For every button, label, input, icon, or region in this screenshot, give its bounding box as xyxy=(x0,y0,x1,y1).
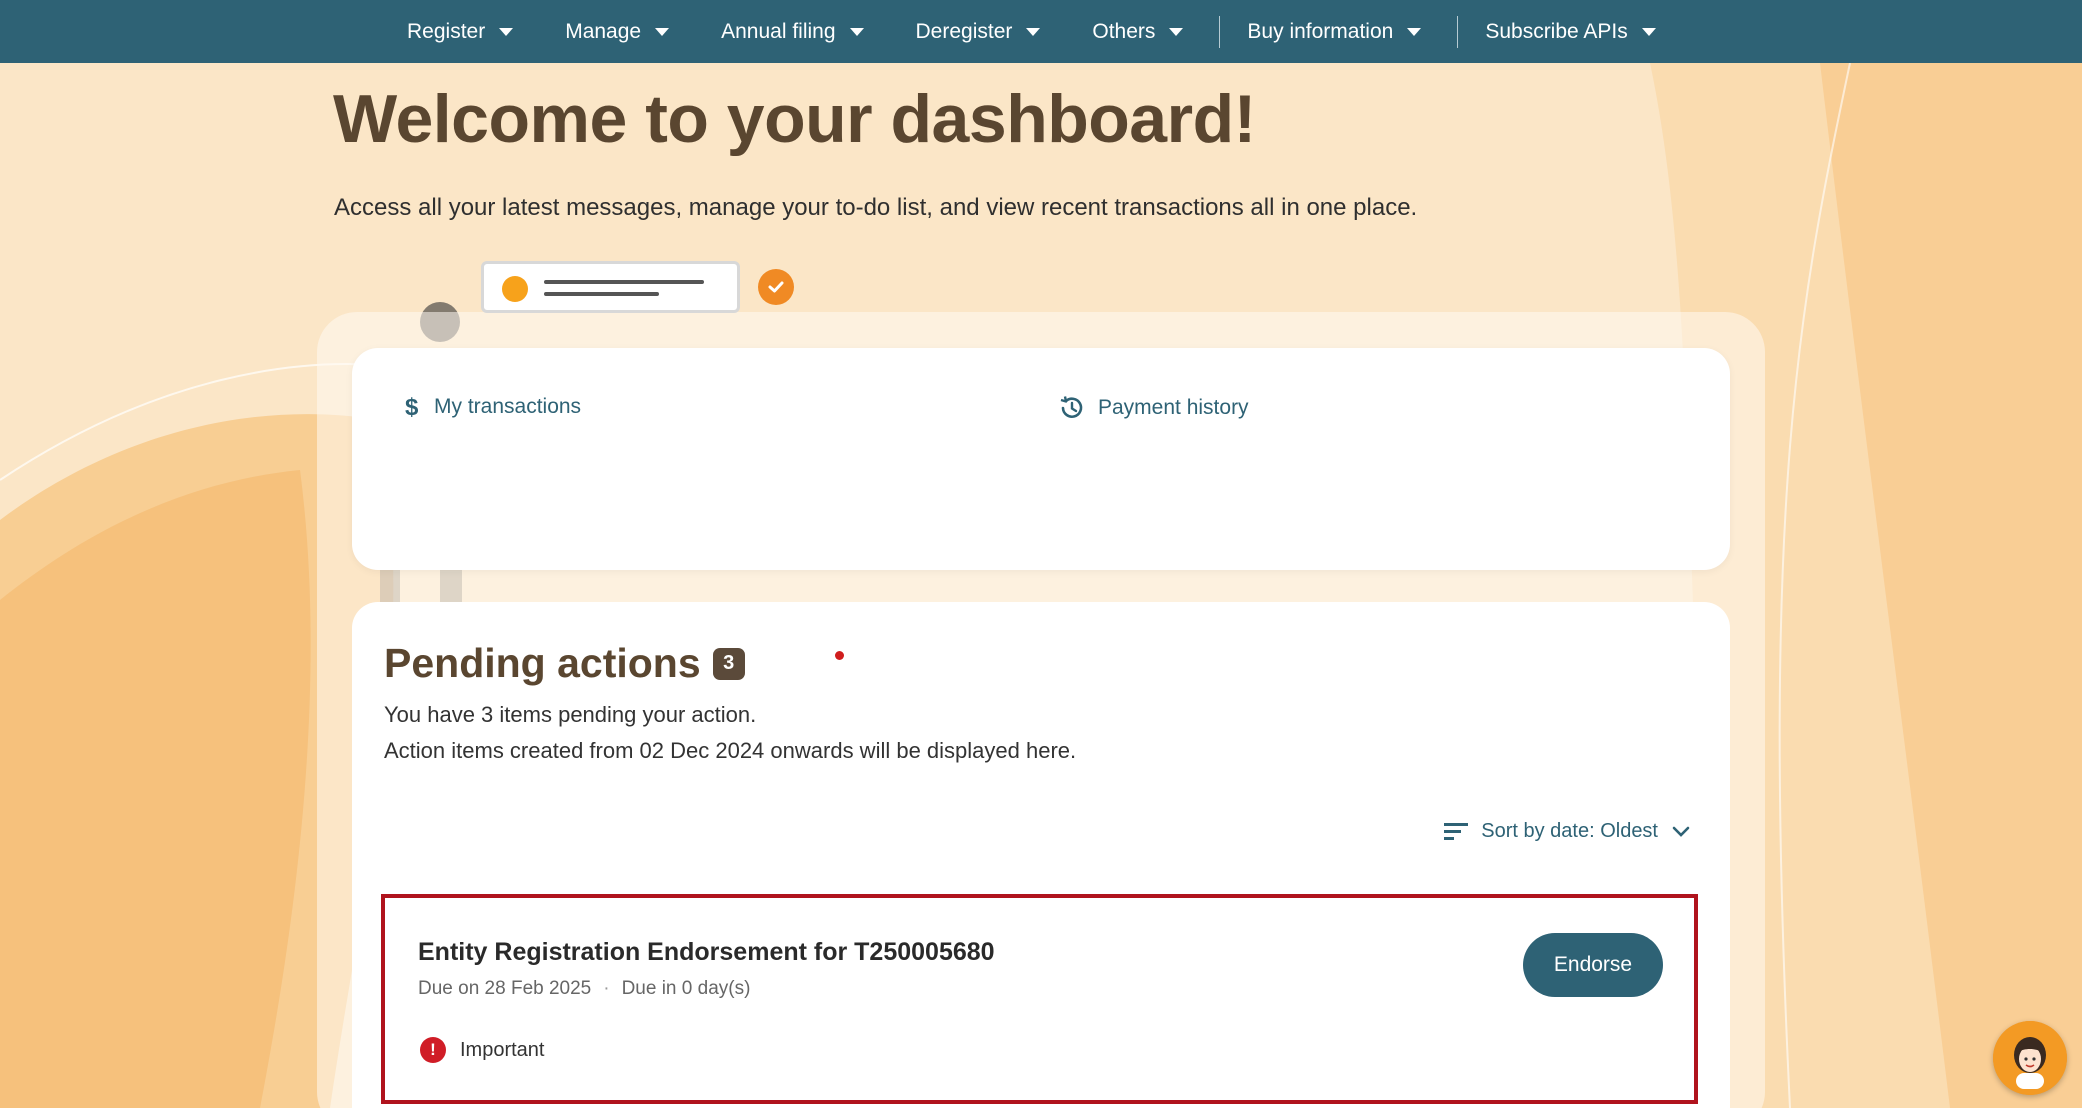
caret-down-icon xyxy=(1407,27,1422,36)
nav-deregister-label: Deregister xyxy=(915,19,1013,43)
top-navigation: Register Manage Annual filing Deregister… xyxy=(0,0,2082,63)
assistant-avatar-button[interactable] xyxy=(1993,1021,2067,1095)
my-transactions-link[interactable]: $ My transactions xyxy=(404,394,581,420)
nav-others-label: Others xyxy=(1092,19,1156,43)
action-due-in: Due in 0 day(s) xyxy=(621,978,751,999)
nav-register[interactable]: Register xyxy=(407,0,514,63)
payment-history-label: Payment history xyxy=(1098,396,1249,419)
nav-subscribe-apis-label: Subscribe APIs xyxy=(1485,19,1628,43)
nav-buy-information-label: Buy information xyxy=(1247,19,1394,43)
caret-down-icon xyxy=(1169,27,1184,36)
nav-annual-filing[interactable]: Annual filing xyxy=(721,0,864,63)
caret-down-icon xyxy=(1026,27,1041,36)
caret-down-icon xyxy=(849,27,864,36)
illustration-line xyxy=(544,292,659,296)
pending-count-text: You have 3 items pending your action. xyxy=(384,702,757,727)
transactions-card: $ My transactions Payment history xyxy=(352,348,1730,570)
page-subtitle: Access all your latest messages, manage … xyxy=(334,194,1418,221)
nav-buy-information[interactable]: Buy information xyxy=(1247,0,1422,63)
illustration-line xyxy=(544,280,704,284)
alert-icon: ! xyxy=(420,1037,446,1063)
importance-tag: ! Important xyxy=(420,1037,544,1063)
caret-down-icon xyxy=(1641,27,1656,36)
illustration-card xyxy=(481,261,740,313)
importance-label: Important xyxy=(460,1038,545,1061)
svg-text:$: $ xyxy=(405,394,419,420)
endorse-button[interactable]: Endorse xyxy=(1523,933,1663,997)
payment-history-link[interactable]: Payment history xyxy=(1058,394,1249,422)
nav-annual-filing-label: Annual filing xyxy=(721,19,836,43)
pending-actions-card: Pending actions 3 You have 3 items pendi… xyxy=(352,602,1730,1108)
history-icon xyxy=(1058,394,1086,422)
pending-action-item[interactable]: Entity Registration Endorsement for T250… xyxy=(381,894,1698,1104)
meta-separator: · xyxy=(603,978,610,999)
nav-divider xyxy=(1457,15,1459,48)
pending-info-text: Action items created from 02 Dec 2024 on… xyxy=(384,738,1077,763)
nav-register-label: Register xyxy=(407,19,486,43)
nav-deregister[interactable]: Deregister xyxy=(916,0,1041,63)
sort-icon xyxy=(1443,821,1469,843)
pending-count-badge: 3 xyxy=(712,647,745,680)
notification-dot xyxy=(835,651,844,660)
nav-subscribe-apis[interactable]: Subscribe APIs xyxy=(1485,0,1656,63)
illustration-dot xyxy=(502,276,528,302)
check-circle-icon xyxy=(758,269,794,305)
nav-others[interactable]: Others xyxy=(1092,0,1184,63)
pending-actions-heading: Pending actions 3 xyxy=(384,640,745,687)
my-transactions-label: My transactions xyxy=(434,395,582,418)
nav-divider xyxy=(1219,15,1221,48)
dollar-icon: $ xyxy=(404,394,422,420)
nav-manage-label: Manage xyxy=(565,19,642,43)
page-title: Welcome to your dashboard! xyxy=(333,81,1256,157)
caret-down-icon xyxy=(655,27,670,36)
sort-label: Sort by date: Oldest xyxy=(1481,820,1658,842)
action-item-title: Entity Registration Endorsement for T250… xyxy=(418,938,995,966)
sort-dropdown[interactable]: Sort by date: Oldest xyxy=(1443,820,1690,843)
nav-manage[interactable]: Manage xyxy=(565,0,670,63)
caret-down-icon xyxy=(499,27,514,36)
pending-actions-title: Pending actions xyxy=(384,640,701,686)
action-item-meta: Due on 28 Feb 2025 · Due in 0 day(s) xyxy=(418,978,750,1000)
chevron-down-icon xyxy=(1672,826,1690,838)
action-due-date: Due on 28 Feb 2025 xyxy=(418,978,592,999)
